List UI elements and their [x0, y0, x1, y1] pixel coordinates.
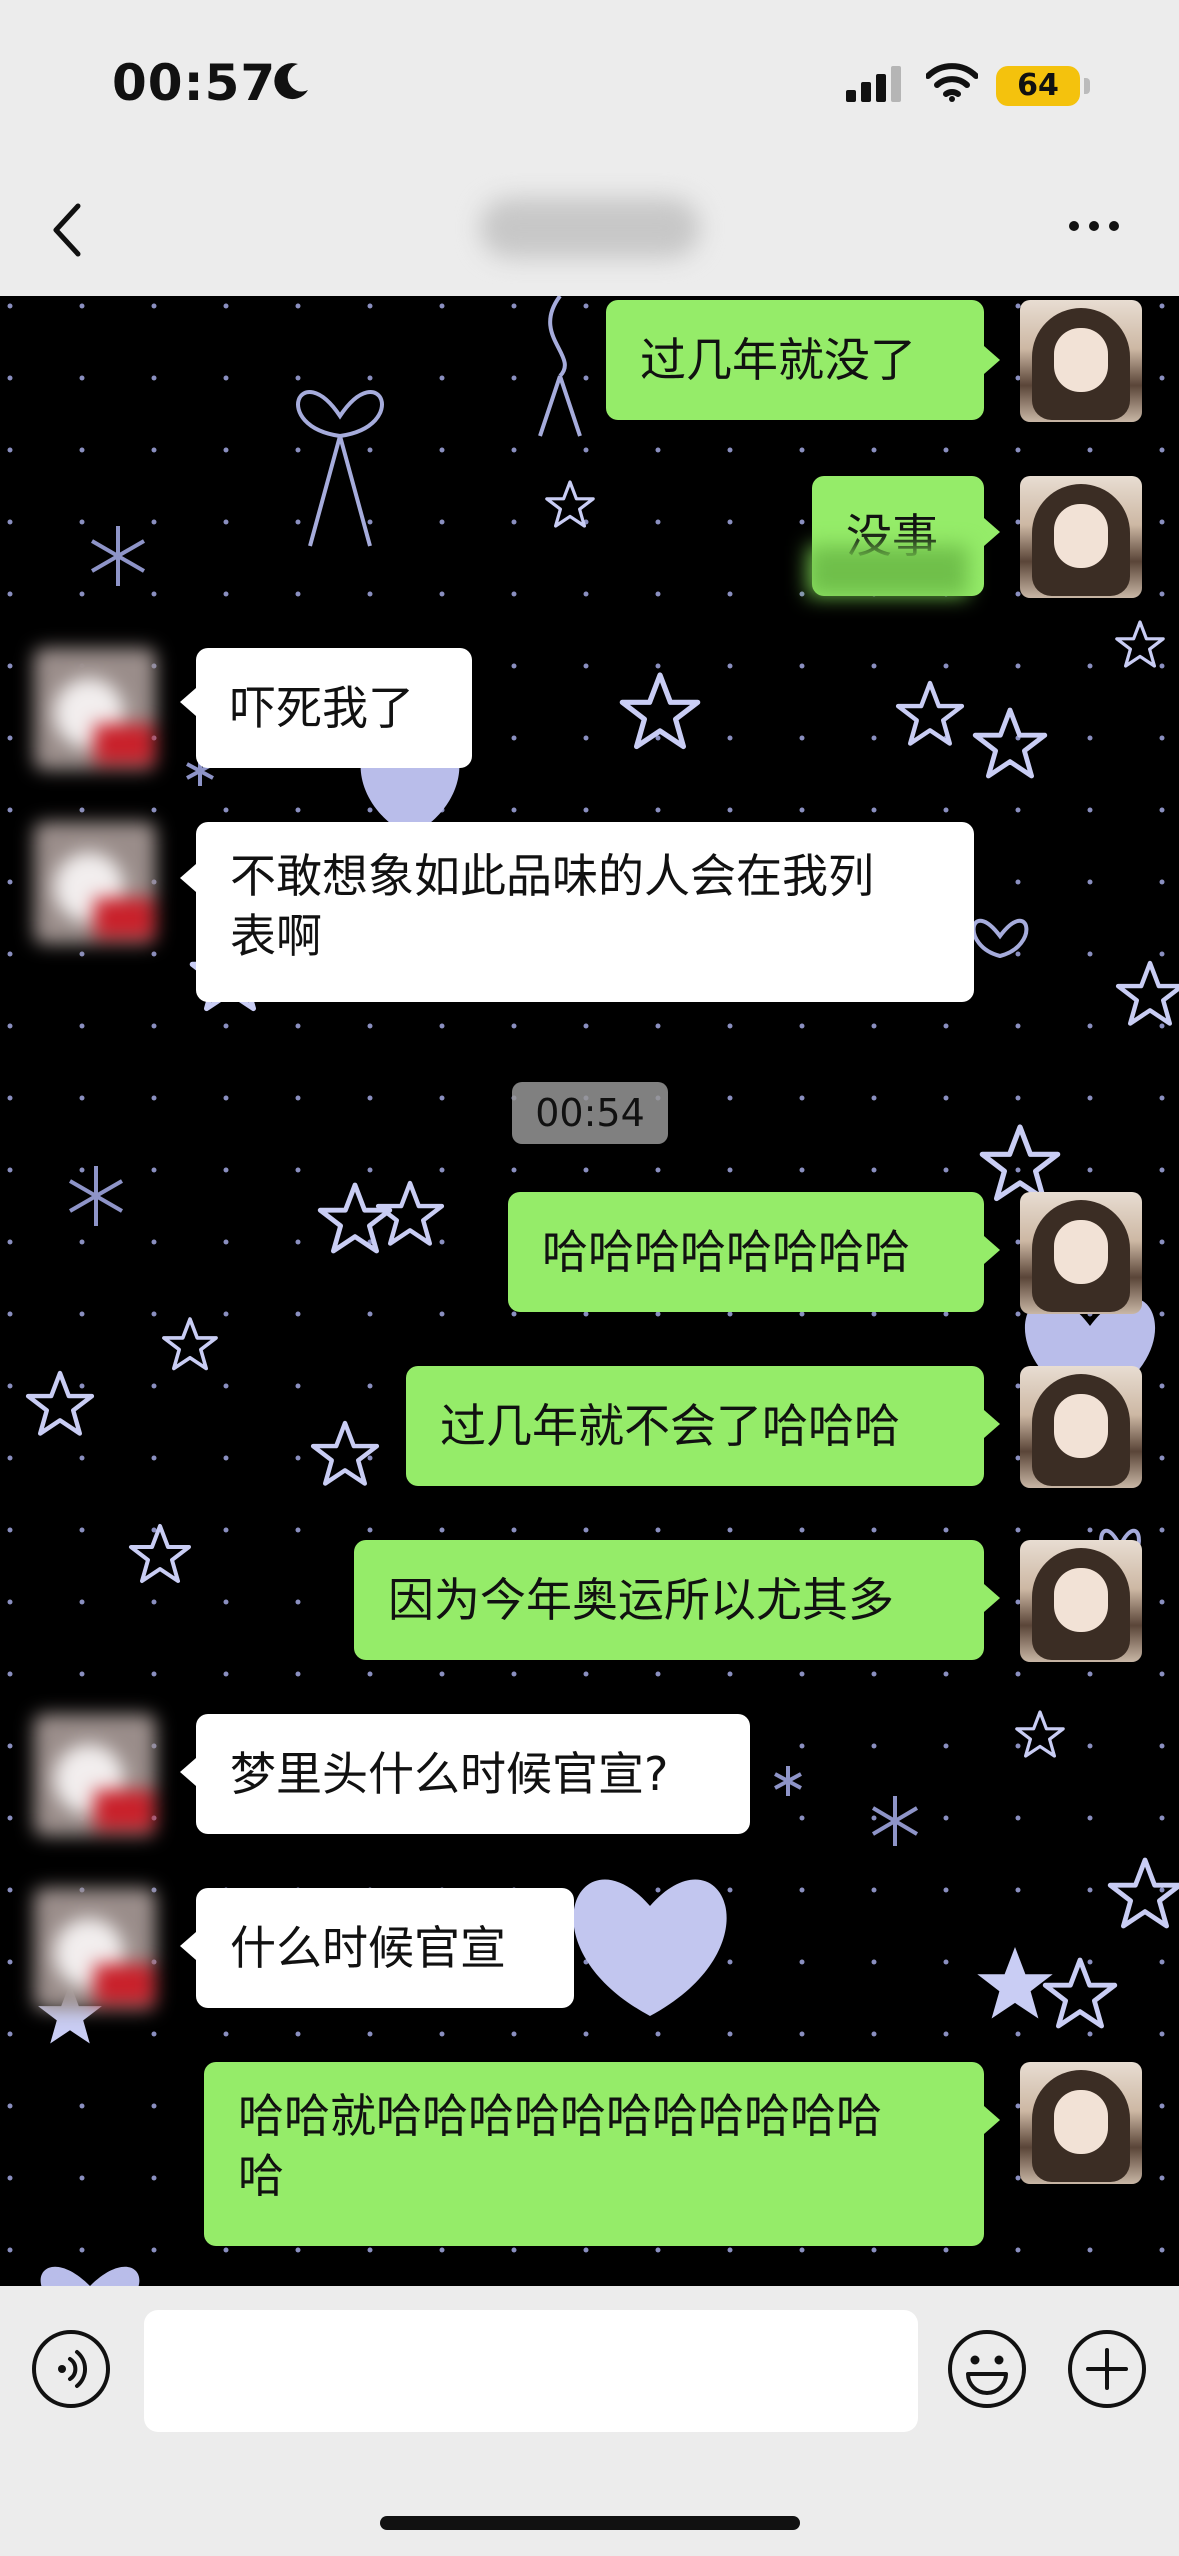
moon-icon — [274, 63, 308, 100]
my-avatar[interactable] — [1020, 1540, 1142, 1662]
message-bubble-sent[interactable]: 过几年就不会了哈哈哈 — [406, 1366, 984, 1486]
message-bubble-sent[interactable]: 哈哈哈哈哈哈哈哈 — [508, 1192, 984, 1312]
message-bubble-received[interactable]: 不敢想象如此品味的人会在我列 表啊 — [196, 822, 974, 1002]
my-avatar[interactable] — [1020, 1192, 1142, 1314]
chat-title-blurred — [480, 198, 700, 258]
message-bubble-received[interactable]: 吓死我了 — [196, 648, 472, 768]
wifi-icon — [926, 63, 978, 102]
my-avatar[interactable] — [1020, 1366, 1142, 1488]
message-bubble-received[interactable]: 梦里头什么时候官宣? — [196, 1714, 750, 1834]
emoji-icon[interactable] — [946, 2328, 1028, 2410]
battery-level: 64 — [1017, 68, 1059, 103]
redaction-blur — [808, 546, 968, 596]
my-avatar[interactable] — [1020, 476, 1142, 598]
status-time: 00:57 — [112, 54, 277, 112]
status-bar: 00:57 64 — [0, 0, 1179, 160]
home-indicator — [380, 2516, 800, 2530]
contact-avatar[interactable] — [34, 1714, 156, 1836]
message-bubble-sent[interactable]: 哈哈就哈哈哈哈哈哈哈哈哈哈哈 哈 — [204, 2062, 984, 2246]
nav-bar — [0, 160, 1179, 296]
my-avatar[interactable] — [1020, 300, 1142, 422]
contact-avatar[interactable] — [34, 822, 156, 944]
message-bubble-sent[interactable]: 过几年就没了 — [606, 300, 984, 420]
battery-indicator: 64 — [996, 66, 1090, 106]
more-icon[interactable] — [1066, 216, 1122, 236]
my-avatar[interactable] — [1020, 2062, 1142, 2184]
voice-icon[interactable] — [30, 2328, 112, 2410]
input-bar — [0, 2286, 1179, 2556]
message-bubble-received[interactable]: 什么时候官宣 — [196, 1888, 574, 2008]
contact-avatar[interactable] — [34, 648, 156, 770]
plus-icon[interactable] — [1066, 2328, 1148, 2410]
chat-area[interactable]: 过几年就没了 没事 吓死我了 不敢想象如此品味的人会在我列 表啊 00:54 哈… — [0, 296, 1179, 2286]
chevron-left-icon[interactable] — [44, 200, 94, 260]
signal-icon — [846, 66, 901, 102]
message-bubble-sent[interactable]: 因为今年奥运所以尤其多 — [354, 1540, 984, 1660]
contact-avatar[interactable] — [34, 1888, 156, 2010]
chat-timestamp: 00:54 — [512, 1082, 668, 1144]
message-input[interactable] — [144, 2310, 918, 2432]
